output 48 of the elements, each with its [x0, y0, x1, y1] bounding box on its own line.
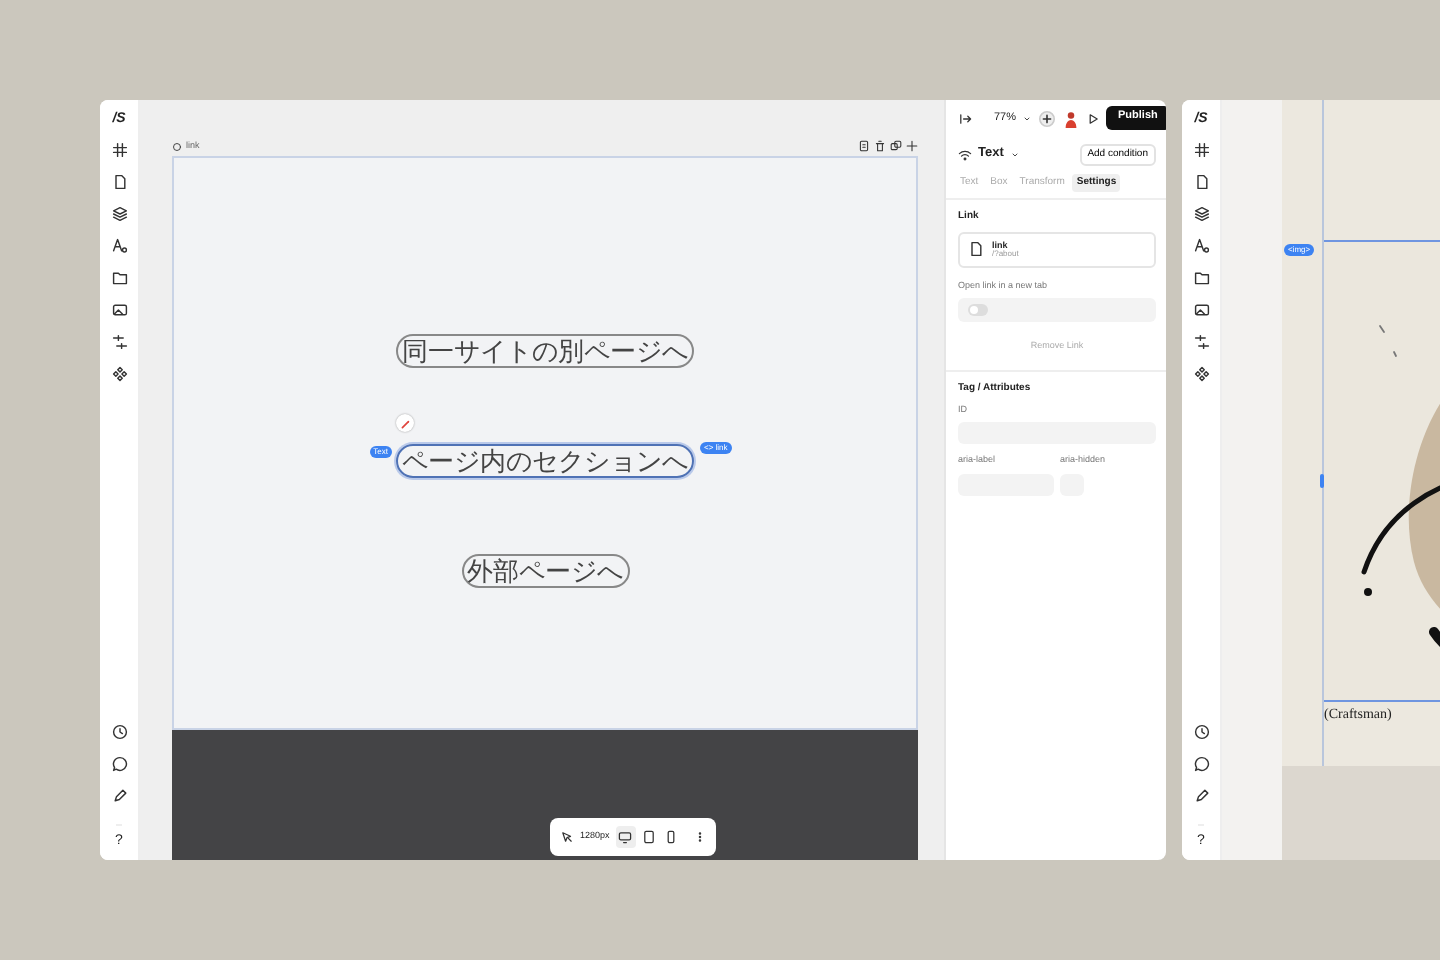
link-button[interactable]: 外部ページへ [461, 554, 629, 588]
page-icon[interactable] [111, 174, 127, 190]
tablet-view-button[interactable] [641, 826, 658, 848]
edit-button[interactable] [396, 414, 414, 432]
page-icon [968, 240, 984, 259]
duplicate-icon[interactable] [890, 140, 902, 152]
phone-icon [664, 830, 679, 844]
tablet-icon [642, 830, 657, 844]
folder-icon[interactable] [1193, 270, 1209, 286]
sliders-icon[interactable] [111, 334, 127, 350]
grid-icon[interactable] [111, 142, 127, 158]
layers-icon[interactable] [111, 206, 127, 222]
pen-icon[interactable] [111, 788, 127, 804]
pen-icon[interactable] [1193, 788, 1209, 804]
monitor-icon [618, 830, 633, 844]
comment-icon[interactable] [1193, 756, 1209, 772]
cursor-icon[interactable] [560, 830, 574, 844]
folder-icon[interactable] [111, 270, 127, 286]
comment-icon[interactable] [111, 756, 127, 772]
toggle-switch[interactable] [968, 304, 988, 317]
link-button[interactable]: 同一サイトの別ページへ [396, 334, 694, 368]
component-icon[interactable] [1193, 366, 1209, 382]
monitor-view-button[interactable] [615, 826, 636, 848]
more-icon[interactable] [694, 830, 706, 844]
history-icon[interactable] [111, 724, 127, 740]
frame-icon [172, 141, 182, 151]
layers-icon[interactable] [1193, 206, 1209, 222]
typography-icon[interactable] [111, 238, 127, 254]
add-user-icon[interactable] [1038, 109, 1057, 127]
phone-view-button[interactable] [663, 826, 680, 848]
collapse-icon[interactable] [958, 111, 972, 125]
pen-icon [399, 417, 411, 429]
grid-icon[interactable] [1193, 142, 1209, 158]
clipboard-icon[interactable] [858, 140, 870, 152]
link-button[interactable]: ページ内のセクションへ [396, 444, 694, 478]
delete-icon[interactable] [874, 140, 886, 152]
page-icon[interactable] [1193, 174, 1209, 190]
play-icon[interactable] [1086, 111, 1101, 125]
typography-icon[interactable] [1193, 238, 1209, 254]
sliders-icon[interactable] [1193, 334, 1209, 350]
image-icon[interactable] [1193, 302, 1209, 318]
history-icon[interactable] [1193, 724, 1209, 740]
resize-handle[interactable] [1320, 474, 1324, 488]
image-icon[interactable] [111, 302, 127, 318]
wifi-icon [958, 147, 972, 161]
add-icon[interactable] [906, 140, 918, 152]
avatar-icon[interactable] [1062, 109, 1081, 127]
component-icon[interactable] [111, 366, 127, 382]
